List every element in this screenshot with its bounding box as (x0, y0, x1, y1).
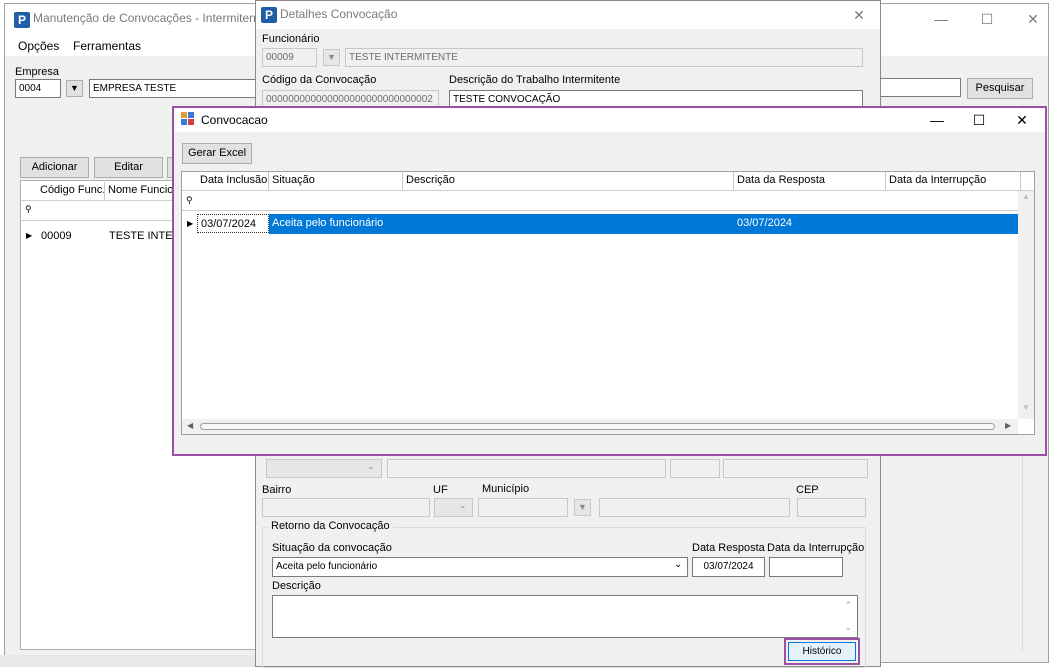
gerar-excel-button[interactable]: Gerar Excel (182, 143, 252, 164)
horizontal-scrollbar[interactable]: ◀ ▶ (182, 419, 1018, 434)
funcionario-dropdown-button: ▼ (323, 49, 340, 66)
complemento-field (723, 459, 868, 478)
convocacao-maximize-icon[interactable]: ☐ (956, 108, 1002, 132)
convocacao-title: Convocacao (201, 113, 268, 127)
cep-label: CEP (796, 484, 819, 496)
situacao-chevron-icon[interactable]: ⌄ (674, 559, 682, 570)
details-titlebar: P Detalhes Convocação ✕ (256, 1, 880, 29)
convocacao-minimize-icon[interactable]: — (914, 108, 960, 132)
details-title: Detalhes Convocação (280, 7, 398, 21)
scroll-right-icon[interactable]: ▶ (1005, 421, 1011, 430)
bairro-field (262, 498, 430, 517)
codigo-convocacao-label: Código da Convocação (262, 74, 377, 86)
municipio-label: Município (482, 483, 530, 495)
vertical-scrollbar[interactable]: ▲ ▼ (1018, 191, 1034, 419)
data-interrupcao-label: Data da Interrupção (767, 542, 865, 554)
funcionario-name-field: TESTE INTERMITENTE (345, 48, 863, 67)
details-close-icon[interactable]: ✕ (844, 1, 874, 29)
details-logo-icon: P (261, 7, 277, 23)
descricao-textarea[interactable]: ⌃ ⌄ (272, 595, 858, 638)
numero-field (670, 459, 720, 478)
menu-ferramentas[interactable]: Ferramentas (73, 39, 141, 53)
col-header-data-interrupcao[interactable]: Data da Interrupção (886, 172, 1021, 190)
convocacao-titlebar: Convocacao — ☐ ✕ (174, 108, 1045, 132)
scroll-down-icon[interactable]: ▼ (1022, 403, 1030, 412)
bottom-strip (0, 655, 255, 667)
municipio-dropdown-button: ▼ (574, 499, 591, 516)
convocacao-filter-row: ⚲ (182, 191, 1018, 211)
filter-icon: ⚲ (186, 195, 193, 205)
editar-button[interactable]: Editar (94, 157, 163, 178)
col-header-descricao[interactable]: Descrição (403, 172, 734, 190)
descricao-trabalho-label: Descrição do Trabalho Intermitente (449, 74, 621, 86)
endereco-field (387, 459, 666, 478)
col-header-data-inclusao[interactable]: Data Inclusão (197, 172, 269, 190)
scroll-left-icon[interactable]: ◀ (187, 421, 193, 430)
descricao-label: Descrição (272, 580, 321, 592)
data-resposta-label: Data Resposta (692, 542, 765, 554)
uf-label: UF (433, 484, 448, 496)
empresa-code-field[interactable]: 0004 (15, 79, 61, 98)
municipio-code-field (478, 498, 568, 517)
convocacao-window-icon (181, 112, 194, 125)
row-pointer-icon: ▶ (187, 219, 194, 228)
search-input[interactable] (875, 78, 961, 97)
funcionario-code-field: 00009 (262, 48, 317, 67)
grid-header-codigo[interactable]: Código Func. (37, 182, 105, 200)
convocacao-header-row: Data Inclusão Situação Descrição Data da… (182, 172, 1034, 191)
logradouro-dropdown (266, 459, 382, 478)
convocacao-grid: Data Inclusão Situação Descrição Data da… (181, 171, 1035, 435)
municipio-name-field (599, 498, 790, 517)
convocacao-close-icon[interactable]: ✕ (999, 108, 1045, 132)
cell-data-resposta: 03/07/2024 (737, 217, 793, 229)
empresa-label: Empresa (15, 66, 60, 78)
bairro-label: Bairro (262, 484, 292, 496)
empresa-dropdown-button[interactable]: ▼ (66, 80, 83, 97)
situacao-label: Situação da convocação (272, 542, 392, 554)
uf-chevron-icon: ⌄ (459, 500, 467, 510)
textarea-scroll-down-icon[interactable]: ⌄ (844, 622, 852, 633)
logradouro-chevron-icon: ⌄ (367, 461, 375, 471)
situacao-dropdown[interactable]: Aceita pelo funcionário (272, 557, 688, 577)
row-code: 00009 (41, 230, 72, 242)
maximize-icon[interactable]: ☐ (964, 4, 1010, 34)
scroll-up-icon[interactable]: ▲ (1022, 192, 1030, 201)
cep-field (797, 498, 866, 517)
table-row[interactable]: ▶ 03/07/2024 Aceita pelo funcionário 03/… (182, 214, 1018, 234)
funcionario-label: Funcionário (262, 33, 320, 45)
col-header-data-resposta[interactable]: Data da Resposta (734, 172, 886, 190)
empresa-name-field: EMPRESA TESTE (89, 79, 259, 98)
filter-icon: ⚲ (25, 204, 32, 214)
data-interrupcao-field[interactable] (769, 557, 843, 577)
pesquisar-button[interactable]: Pesquisar (967, 78, 1033, 99)
historico-button[interactable]: Histórico (788, 642, 856, 661)
uf-dropdown (434, 498, 473, 517)
retorno-group-title: Retorno da Convocação (268, 520, 393, 532)
row-pointer-icon: ▶ (26, 231, 33, 240)
data-resposta-field[interactable]: 03/07/2024 (692, 557, 765, 577)
cell-situacao: Aceita pelo funcionário (272, 217, 384, 229)
cell-data-interrupcao (886, 214, 889, 233)
horizontal-scroll-thumb[interactable] (200, 423, 995, 430)
cell-data-inclusao: 03/07/2024 (197, 214, 269, 233)
minimize-icon[interactable]: — (918, 4, 964, 34)
col-header-situacao[interactable]: Situação (269, 172, 403, 190)
convocacao-window: Convocacao — ☐ ✕ Gerar Excel Data Inclus… (174, 108, 1045, 454)
close-icon[interactable]: ✕ (1010, 4, 1056, 34)
app-logo-icon: P (14, 12, 30, 28)
textarea-scroll-up-icon[interactable]: ⌃ (844, 600, 852, 611)
main-window-title: Manutenção de Convocações - Intermitente (33, 11, 266, 25)
menu-opcoes[interactable]: Opções (18, 39, 59, 53)
adicionar-button[interactable]: Adicionar (20, 157, 89, 178)
cell-descricao (403, 214, 406, 233)
